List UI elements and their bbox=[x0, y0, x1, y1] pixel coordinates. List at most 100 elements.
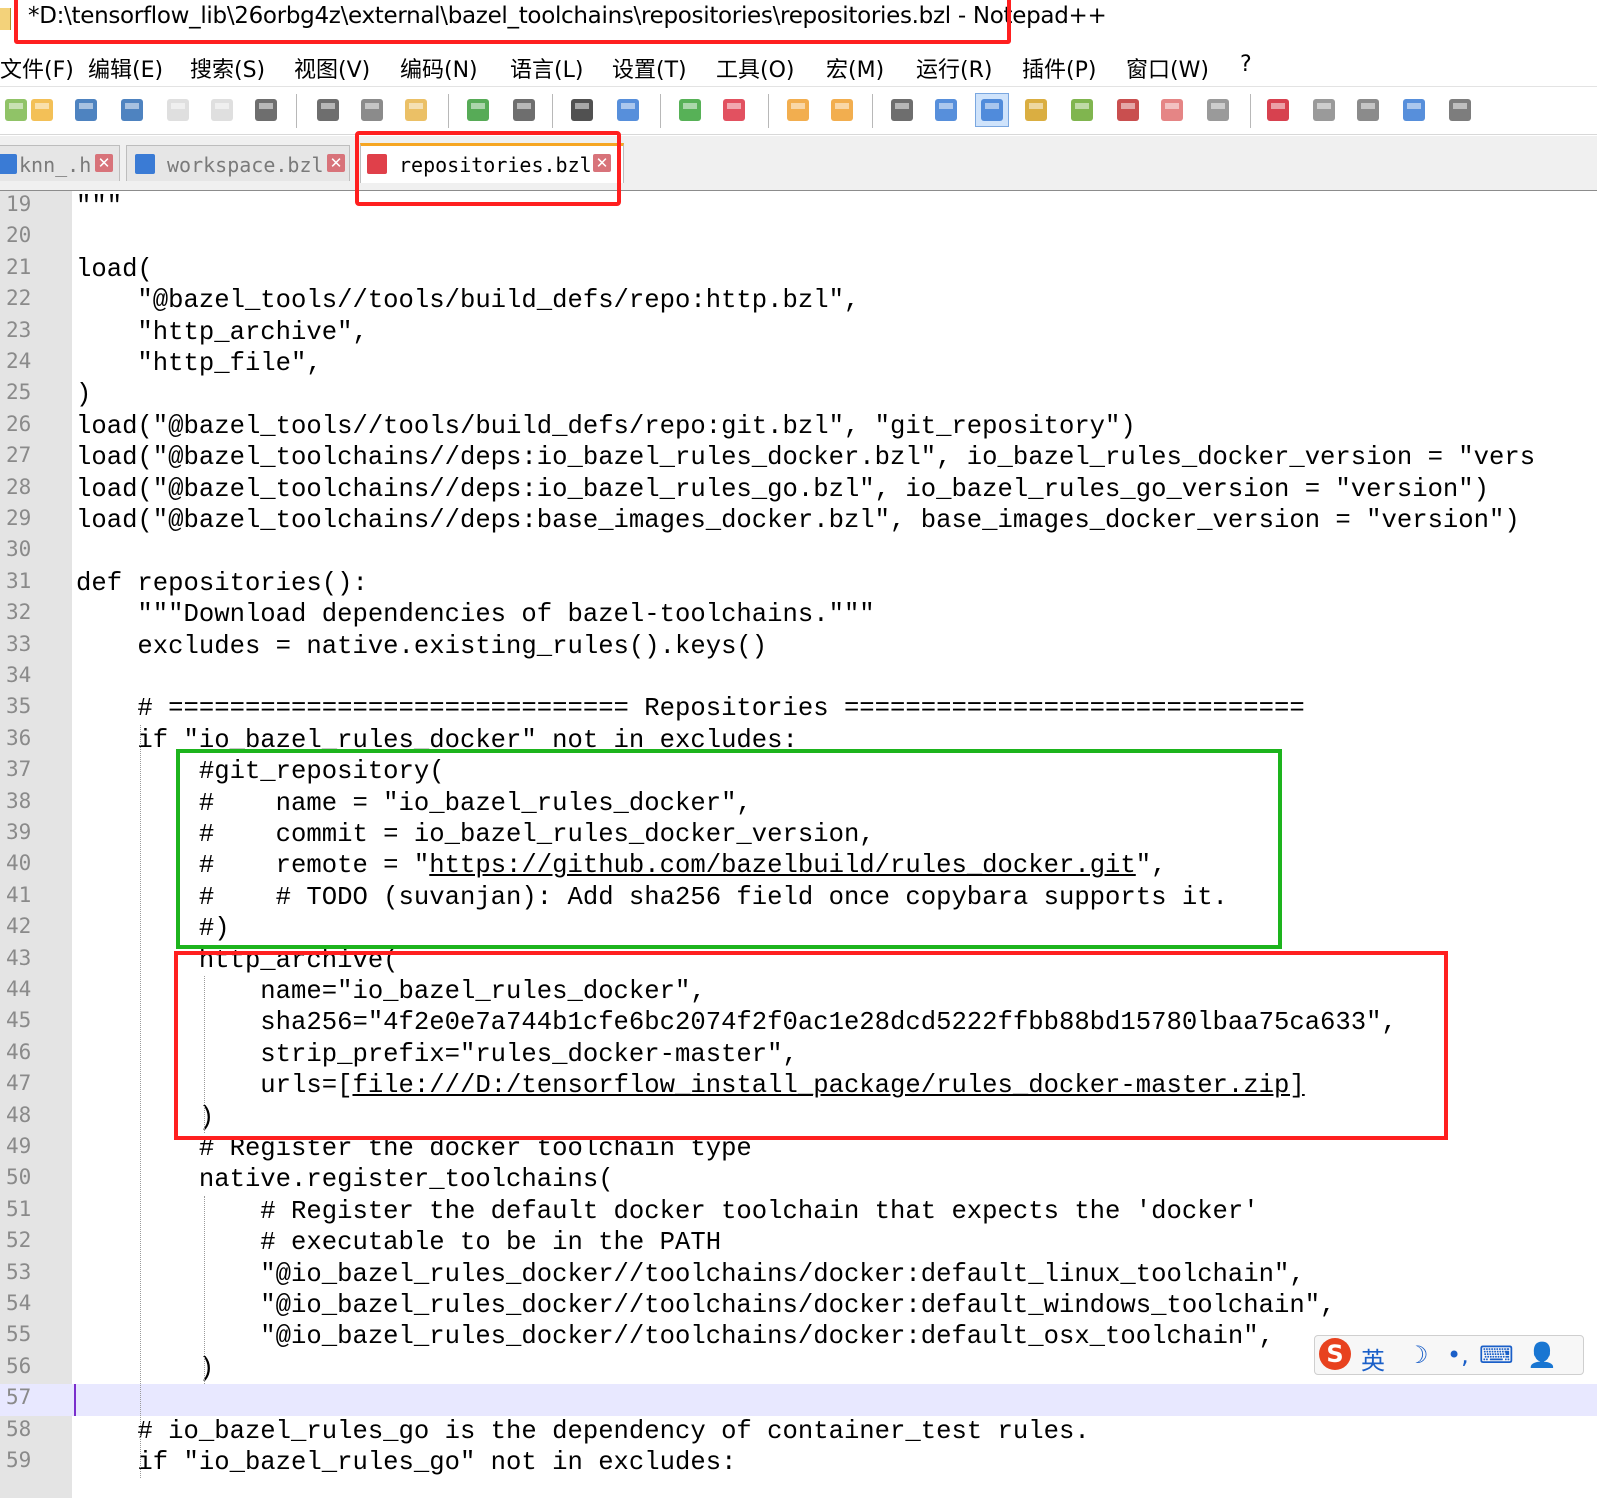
save-macro-icon[interactable] bbox=[1444, 94, 1476, 126]
notepad-app-icon[interactable] bbox=[0, 8, 11, 30]
code-line[interactable]: 50 native.register_toolchains( bbox=[0, 1164, 1597, 1195]
zoom-out-icon[interactable] bbox=[718, 94, 750, 126]
menu-item-0[interactable]: 文件(F) bbox=[0, 52, 74, 84]
paste-icon[interactable] bbox=[400, 94, 432, 126]
play-macro-icon[interactable] bbox=[1352, 94, 1384, 126]
code-line[interactable]: 28 load("@bazel_toolchains//deps:io_bazel… bbox=[0, 474, 1597, 505]
line-number: 47 bbox=[6, 1071, 32, 1096]
stop-macro-icon[interactable] bbox=[1308, 94, 1340, 126]
cut-icon[interactable] bbox=[312, 94, 344, 126]
redo-icon[interactable] bbox=[508, 94, 540, 126]
code-line[interactable]: 21 load( bbox=[0, 254, 1597, 285]
code-line[interactable]: 53 "@io_bazel_rules_docker//toolchains/d… bbox=[0, 1259, 1597, 1290]
punctuation-icon[interactable]: •, bbox=[1447, 1341, 1469, 1369]
line-number: 22 bbox=[6, 286, 32, 311]
code-line[interactable]: 27 load("@bazel_toolchains//deps:io_bazel… bbox=[0, 442, 1597, 473]
code-line[interactable]: 30 bbox=[0, 536, 1597, 567]
moon-icon[interactable]: ☽ bbox=[1407, 1341, 1429, 1369]
tab-knn-h[interactable]: knn_.h ✕ bbox=[0, 145, 120, 181]
show-all-chars-icon[interactable] bbox=[930, 94, 962, 126]
doc-map-icon[interactable] bbox=[1066, 94, 1098, 126]
keyboard-icon[interactable]: ⌨ bbox=[1479, 1341, 1514, 1369]
close-all-icon[interactable] bbox=[206, 94, 238, 126]
replace-icon[interactable] bbox=[612, 94, 644, 126]
undo-icon[interactable] bbox=[462, 94, 494, 126]
folder-workspace-icon[interactable] bbox=[1156, 94, 1188, 126]
code-line[interactable]: 51 # Register the default docker toolcha… bbox=[0, 1196, 1597, 1227]
code-line[interactable]: 32 """Download dependencies of bazel-too… bbox=[0, 599, 1597, 630]
tab-close-icon[interactable]: ✕ bbox=[95, 154, 113, 172]
user-icon[interactable]: 👤 bbox=[1527, 1341, 1557, 1369]
line-number: 37 bbox=[6, 757, 32, 782]
toolbar-separator bbox=[768, 94, 769, 128]
code-text: load("@bazel_toolchains//deps:base_image… bbox=[76, 506, 1520, 535]
menu-item-4[interactable]: 编码(N) bbox=[400, 52, 478, 84]
menu-item-6[interactable]: 设置(T) bbox=[612, 52, 687, 84]
run-macro-multiple-icon[interactable] bbox=[1398, 94, 1430, 126]
open-file-icon[interactable] bbox=[26, 94, 58, 126]
code-line[interactable]: 23 "http_archive", bbox=[0, 317, 1597, 348]
line-number: 46 bbox=[6, 1039, 32, 1064]
code-text: load("@bazel_tools//tools/build_defs/rep… bbox=[76, 411, 1136, 441]
code-text: load("@bazel_toolchains//deps:io_bazel_r… bbox=[76, 474, 1490, 504]
sync-v-icon[interactable] bbox=[782, 94, 814, 126]
menu-item-12[interactable]: ? bbox=[1240, 52, 1252, 77]
line-number: 43 bbox=[6, 945, 32, 970]
code-line[interactable]: 31 def repositories(): bbox=[0, 568, 1597, 599]
code-text: # io_bazel_rules_go is the dependency of… bbox=[76, 1416, 1090, 1446]
code-line[interactable]: 19 """ bbox=[0, 191, 1597, 222]
indent-guide-icon[interactable] bbox=[975, 93, 1009, 127]
print-icon[interactable] bbox=[250, 94, 282, 126]
save-icon[interactable] bbox=[70, 94, 102, 126]
code-line[interactable]: 34 bbox=[0, 662, 1597, 693]
code-line[interactable]: 25) bbox=[0, 379, 1597, 410]
line-number: 34 bbox=[6, 663, 32, 687]
menu-item-2[interactable]: 搜索(S) bbox=[190, 52, 265, 84]
indent-guide bbox=[204, 1195, 205, 1385]
code-line[interactable]: 52 # executable to be in the PATH bbox=[0, 1227, 1597, 1258]
code-text: def repositories(): bbox=[76, 568, 368, 598]
ime-language-toggle[interactable]: 英 bbox=[1361, 1341, 1385, 1376]
menu-item-7[interactable]: 工具(O) bbox=[716, 52, 794, 84]
menu-item-8[interactable]: 宏(M) bbox=[826, 52, 884, 84]
code-line[interactable]: 24 "http_file", bbox=[0, 348, 1597, 379]
code-text: load("@bazel_toolchains//deps:io_bazel_r… bbox=[76, 443, 1536, 473]
code-line[interactable]: 33 excludes = native.existing_rules().ke… bbox=[0, 631, 1597, 662]
sogou-logo-icon[interactable]: S bbox=[1319, 1338, 1351, 1370]
line-number: 50 bbox=[6, 1165, 32, 1190]
menu-item-10[interactable]: 插件(P) bbox=[1022, 52, 1096, 84]
tab-workspace-bzl[interactable]: workspace.bzl ✕ bbox=[126, 145, 350, 181]
code-text: ) bbox=[76, 1353, 215, 1383]
line-number: 31 bbox=[6, 568, 32, 593]
copy-icon[interactable] bbox=[356, 94, 388, 126]
record-macro-icon[interactable] bbox=[1262, 94, 1294, 126]
tab-close-icon[interactable]: ✕ bbox=[327, 154, 345, 172]
zoom-in-icon[interactable] bbox=[674, 94, 706, 126]
menu-item-9[interactable]: 运行(R) bbox=[916, 52, 992, 84]
find-icon[interactable] bbox=[566, 94, 598, 126]
code-line[interactable]: 29 load("@bazel_toolchains//deps:base_ima… bbox=[0, 505, 1597, 536]
save-all-icon[interactable] bbox=[116, 94, 148, 126]
udl-icon[interactable] bbox=[1020, 94, 1052, 126]
menu-item-3[interactable]: 视图(V) bbox=[294, 52, 370, 84]
text-caret bbox=[74, 1384, 76, 1416]
sync-h-icon[interactable] bbox=[826, 94, 858, 126]
menu-item-11[interactable]: 窗口(W) bbox=[1126, 52, 1209, 84]
function-list-icon[interactable] bbox=[1112, 94, 1144, 126]
menu-item-5[interactable]: 语言(L) bbox=[510, 52, 583, 84]
code-line[interactable]: 35 # ============================== Repo… bbox=[0, 693, 1597, 724]
code-line[interactable]: 57 bbox=[0, 1384, 1597, 1416]
code-line[interactable]: 26 load("@bazel_tools//tools/build_defs/r… bbox=[0, 411, 1597, 442]
code-text: # executable to be in the PATH bbox=[76, 1228, 722, 1258]
code-line[interactable]: 22 "@bazel_tools//tools/build_defs/repo:… bbox=[0, 285, 1597, 316]
monitor-icon[interactable] bbox=[1202, 94, 1234, 126]
ime-status-bar[interactable]: S 英 ☽ •, ⌨ 👤 bbox=[1314, 1335, 1584, 1375]
word-wrap-icon[interactable] bbox=[886, 94, 918, 126]
code-line[interactable]: 54 "@io_bazel_rules_docker//toolchains/d… bbox=[0, 1290, 1597, 1321]
code-line[interactable]: 59 if "io_bazel_rules_go" not in exclude… bbox=[0, 1447, 1597, 1478]
close-icon[interactable] bbox=[162, 94, 194, 126]
code-line[interactable]: 20 bbox=[0, 222, 1597, 253]
line-number: 49 bbox=[6, 1134, 32, 1158]
menu-item-1[interactable]: 编辑(E) bbox=[88, 52, 163, 84]
code-line[interactable]: 58 # io_bazel_rules_go is the dependency… bbox=[0, 1416, 1597, 1447]
